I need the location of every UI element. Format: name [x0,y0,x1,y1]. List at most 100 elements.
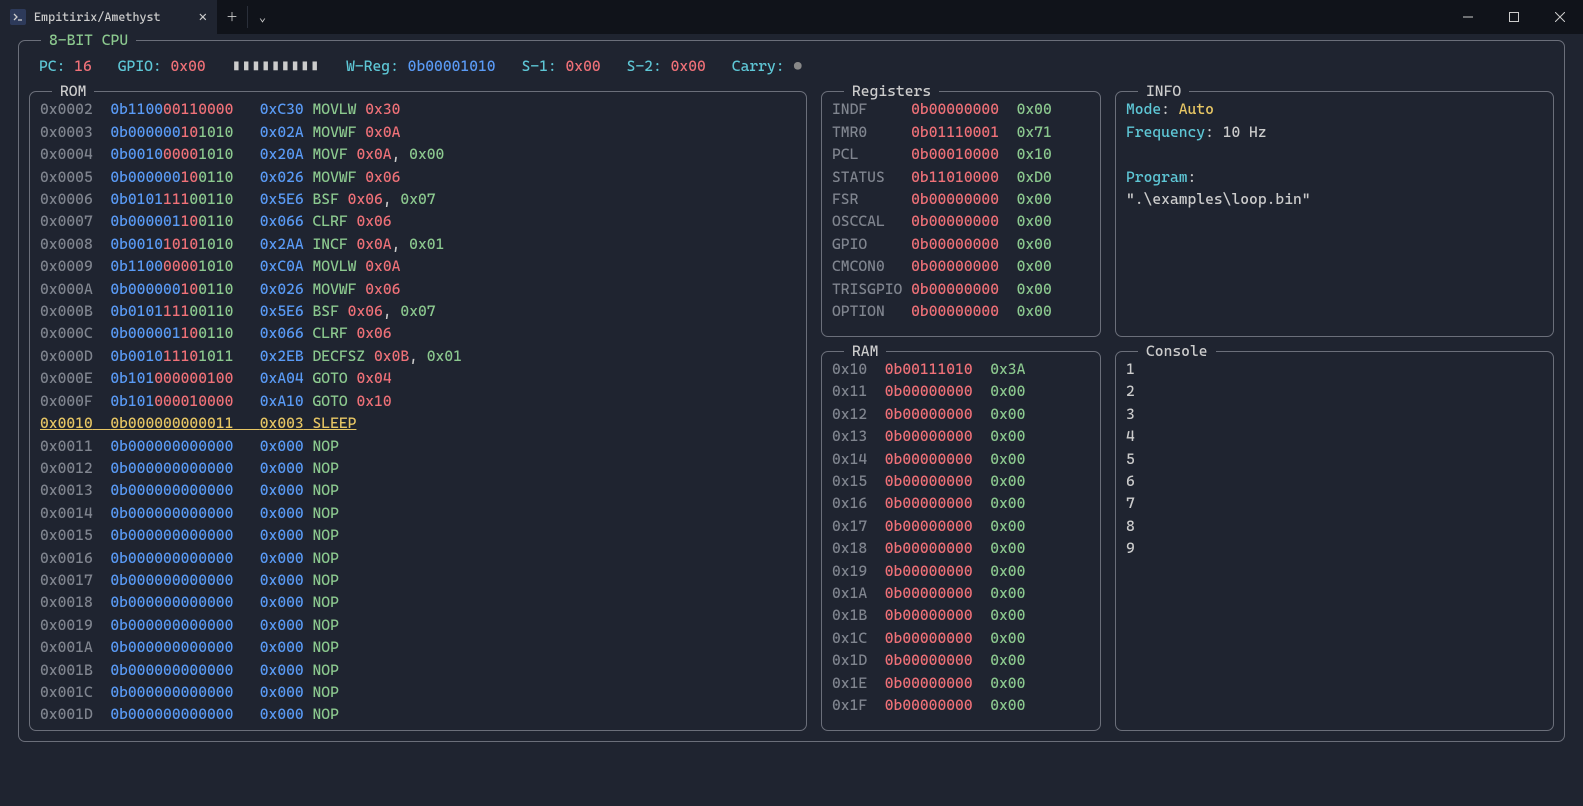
registers-title: Registers [844,80,939,102]
gpio-value: 0x00 [171,57,206,75]
rom-row: 0x0007 0b000001100110 0x066 CLRF 0x06 [40,210,796,232]
register-row: TRISGPIO 0b00000000 0x00 [832,278,1090,300]
ram-row: 0x1F 0b00000000 0x00 [832,694,1090,716]
console-line: 5 [1126,448,1543,470]
rom-title: ROM [52,80,94,102]
rom-row: 0x000C 0b000001100110 0x066 CLRF 0x06 [40,322,796,344]
ram-panel: RAM 0x10 0b00111010 0x3A0x11 0b00000000 … [821,351,1101,731]
register-row: OSCCAL 0b00000000 0x00 [832,210,1090,232]
rom-row: 0x000F 0b101000010000 0xA10 GOTO 0x10 [40,390,796,412]
rom-row: 0x000E 0b101000000100 0xA04 GOTO 0x04 [40,367,796,389]
pc-value: 16 [74,57,92,75]
terminal-icon [10,9,26,25]
console-title: Console [1138,340,1216,362]
rom-row: 0x0003 0b000000101010 0x02A MOVWF 0x0A [40,121,796,143]
rom-panel: ROM 0x0002 0b110000110000 0xC30 MOVLW 0x… [29,91,807,730]
close-window-button[interactable] [1537,0,1583,34]
rom-row: 0x001A 0b000000000000 0x000 NOP [40,636,796,658]
gpio-label: GPIO: [118,57,162,75]
register-row: STATUS 0b11010000 0xD0 [832,166,1090,188]
console-line: 9 [1126,537,1543,559]
rom-row: 0x0006 0b010111100110 0x5E6 BSF 0x06, 0x… [40,188,796,210]
console-line: 7 [1126,492,1543,514]
ram-row: 0x1D 0b00000000 0x00 [832,649,1090,671]
wreg-label: W-Reg: [346,57,399,75]
ram-row: 0x11 0b00000000 0x00 [832,380,1090,402]
info-panel: INFO Mode: Auto Frequency: 10 Hz Program… [1115,91,1554,336]
maximize-button[interactable] [1491,0,1537,34]
carry-label: Carry: [732,57,785,75]
ram-row: 0x12 0b00000000 0x00 [832,403,1090,425]
ram-row: 0x16 0b00000000 0x00 [832,492,1090,514]
register-row: PCL 0b00010000 0x10 [832,143,1090,165]
minimize-button[interactable] [1445,0,1491,34]
s2-value: 0x00 [671,57,706,75]
ram-row: 0x15 0b00000000 0x00 [832,470,1090,492]
rom-row: 0x001D 0b000000000000 0x000 NOP [40,703,796,725]
tab-title: Empitirix/Amethyst [34,6,161,28]
ram-row: 0x1A 0b00000000 0x00 [832,582,1090,604]
ram-row: 0x1C 0b00000000 0x00 [832,627,1090,649]
program-value: ".\examples\loop.bin" [1126,190,1311,208]
tab-dropdown-icon[interactable]: ⌄ [247,6,277,28]
ram-row: 0x1E 0b00000000 0x00 [832,672,1090,694]
console-line: 4 [1126,425,1543,447]
console-line: 6 [1126,470,1543,492]
console-line: 3 [1126,403,1543,425]
register-row: FSR 0b00000000 0x00 [832,188,1090,210]
titlebar: Empitirix/Amethyst ✕ ＋ ⌄ [0,0,1583,34]
rom-row: 0x0009 0b110000001010 0xC0A MOVLW 0x0A [40,255,796,277]
ram-row: 0x19 0b00000000 0x00 [832,560,1090,582]
rom-row: 0x0018 0b000000000000 0x000 NOP [40,591,796,613]
close-tab-icon[interactable]: ✕ [199,6,207,28]
cpu-title: 8-BIT CPU [41,29,136,51]
rom-row: 0x000A 0b000000100110 0x026 MOVWF 0x06 [40,278,796,300]
program-label: Program [1126,168,1188,186]
rom-row: 0x0002 0b110000110000 0xC30 MOVLW 0x30 [40,98,796,120]
rom-row: 0x001C 0b000000000000 0x000 NOP [40,681,796,703]
ram-row: 0x1B 0b00000000 0x00 [832,604,1090,626]
register-row: OPTION 0b00000000 0x00 [832,300,1090,322]
status-line: PC: 16 GPIO: 0x00 ▮▮▮▮▮▮▮▮▮ W-Reg: 0b000… [29,55,1554,85]
carry-indicator: ● [793,57,802,75]
ram-row: 0x14 0b00000000 0x00 [832,448,1090,470]
rom-row: 0x0010 0b000000000011 0x003 SLEEP [40,412,796,434]
wreg-value: 0b00001010 [408,57,496,75]
ram-title: RAM [844,340,886,362]
rom-row: 0x0017 0b000000000000 0x000 NOP [40,569,796,591]
rom-row: 0x000D 0b001011101011 0x2EB DECFSZ 0x0B,… [40,345,796,367]
rom-row: 0x0015 0b000000000000 0x000 NOP [40,524,796,546]
ram-row: 0x13 0b00000000 0x00 [832,425,1090,447]
pc-label: PC: [39,57,65,75]
registers-panel: Registers INDF 0b00000000 0x00TMR0 0b011… [821,91,1101,336]
register-row: CMCON0 0b00000000 0x00 [832,255,1090,277]
rom-row: 0x000B 0b010111100110 0x5E6 BSF 0x06, 0x… [40,300,796,322]
rom-row: 0x0008 0b001010101010 0x2AA INCF 0x0A, 0… [40,233,796,255]
rom-row: 0x0004 0b001000001010 0x20A MOVF 0x0A, 0… [40,143,796,165]
rom-row: 0x0011 0b000000000000 0x000 NOP [40,435,796,457]
freq-label: Frequency [1126,123,1205,141]
freq-value: 10 Hz [1223,123,1267,141]
ram-row: 0x17 0b00000000 0x00 [832,515,1090,537]
mode-value: Auto [1179,100,1214,118]
console-panel: Console 123456789 [1115,351,1554,731]
rom-row: 0x0019 0b000000000000 0x000 NOP [40,614,796,636]
rom-row: 0x0012 0b000000000000 0x000 NOP [40,457,796,479]
s2-label: S-2: [627,57,662,75]
cpu-panel: 8-BIT CPU PC: 16 GPIO: 0x00 ▮▮▮▮▮▮▮▮▮ W-… [18,40,1565,742]
rom-row: 0x0014 0b000000000000 0x000 NOP [40,502,796,524]
rom-row: 0x0016 0b000000000000 0x000 NOP [40,547,796,569]
rom-row: 0x0013 0b000000000000 0x000 NOP [40,479,796,501]
ram-row: 0x18 0b00000000 0x00 [832,537,1090,559]
mode-label: Mode [1126,100,1161,118]
rom-row: 0x0005 0b000000100110 0x026 MOVWF 0x06 [40,166,796,188]
rom-row: 0x001B 0b000000000000 0x000 NOP [40,659,796,681]
register-row: TMR0 0b01110001 0x71 [832,121,1090,143]
register-row: GPIO 0b00000000 0x00 [832,233,1090,255]
gpio-bars: ▮▮▮▮▮▮▮▮▮ [232,57,320,75]
s1-label: S-1: [522,57,557,75]
console-line: 2 [1126,380,1543,402]
s1-value: 0x00 [566,57,601,75]
console-line: 8 [1126,515,1543,537]
new-tab-button[interactable]: ＋ [217,6,247,28]
